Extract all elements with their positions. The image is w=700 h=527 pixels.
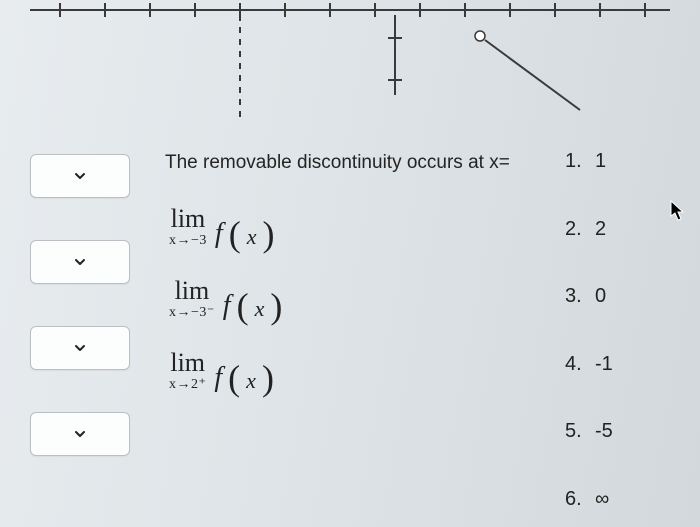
answer-choice-2: 2. 2 <box>565 218 675 241</box>
chevron-down-icon <box>73 341 87 355</box>
open-paren: ( <box>237 288 249 324</box>
lim-arg: x <box>247 226 257 248</box>
answer-choice-6: 6. ∞ <box>565 488 675 511</box>
answer-number: 1. <box>565 150 583 173</box>
lim-func: f <box>223 292 231 320</box>
lim-label: lim <box>171 206 206 232</box>
chevron-down-icon <box>73 427 87 441</box>
lim-func: f <box>214 364 222 392</box>
answer-value: 2 <box>595 218 606 241</box>
dropdown-column <box>30 150 140 517</box>
lim-approach: x→−3 <box>169 234 207 248</box>
chevron-down-icon <box>73 255 87 269</box>
answer-number: 4. <box>565 353 583 376</box>
answer-select-q3[interactable] <box>30 326 130 370</box>
lim-arg: x <box>246 370 256 392</box>
question-column: The removable discontinuity occurs at x=… <box>165 150 540 517</box>
answer-select-q4[interactable] <box>30 412 130 456</box>
answer-choice-4: 4. -1 <box>565 353 675 376</box>
answer-select-q1[interactable] <box>30 154 130 198</box>
lim-func: f <box>215 220 223 248</box>
answer-value: 1 <box>595 150 606 173</box>
answer-value: 0 <box>595 285 606 308</box>
answer-choice-1: 1. 1 <box>565 150 675 173</box>
answer-number: 5. <box>565 420 583 443</box>
question-limit-q2: lim x→−3 f ( x ) <box>165 206 540 248</box>
question-limit-q4: lim x→2⁺ f ( x ) <box>165 350 540 392</box>
question-text-q1: The removable discontinuity occurs at x= <box>165 150 540 176</box>
answer-select-q2[interactable] <box>30 240 130 284</box>
question-limit-q3: lim x→−3⁻ f ( x ) <box>165 278 540 320</box>
answer-value: -5 <box>595 420 613 443</box>
close-paren: ) <box>262 360 274 396</box>
open-paren: ( <box>229 216 241 252</box>
graph-axis-fragment <box>0 0 700 130</box>
answer-choice-3: 3. 0 <box>565 285 675 308</box>
answer-value: -1 <box>595 353 613 376</box>
lim-approach: x→−3⁻ <box>169 306 215 320</box>
answer-number: 2. <box>565 218 583 241</box>
answer-choice-column: 1. 1 2. 2 3. 0 4. -1 5. -5 6. ∞ <box>565 150 675 517</box>
lim-label: lim <box>170 350 205 376</box>
answer-choice-5: 5. -5 <box>565 420 675 443</box>
close-paren: ) <box>270 288 282 324</box>
answer-number: 6. <box>565 488 583 511</box>
answer-number: 3. <box>565 285 583 308</box>
lim-approach: x→2⁺ <box>169 378 206 392</box>
lim-arg: x <box>255 298 265 320</box>
lim-label: lim <box>175 278 210 304</box>
close-paren: ) <box>262 216 274 252</box>
answer-value: ∞ <box>595 488 609 511</box>
chevron-down-icon <box>73 169 87 183</box>
open-paren: ( <box>228 360 240 396</box>
